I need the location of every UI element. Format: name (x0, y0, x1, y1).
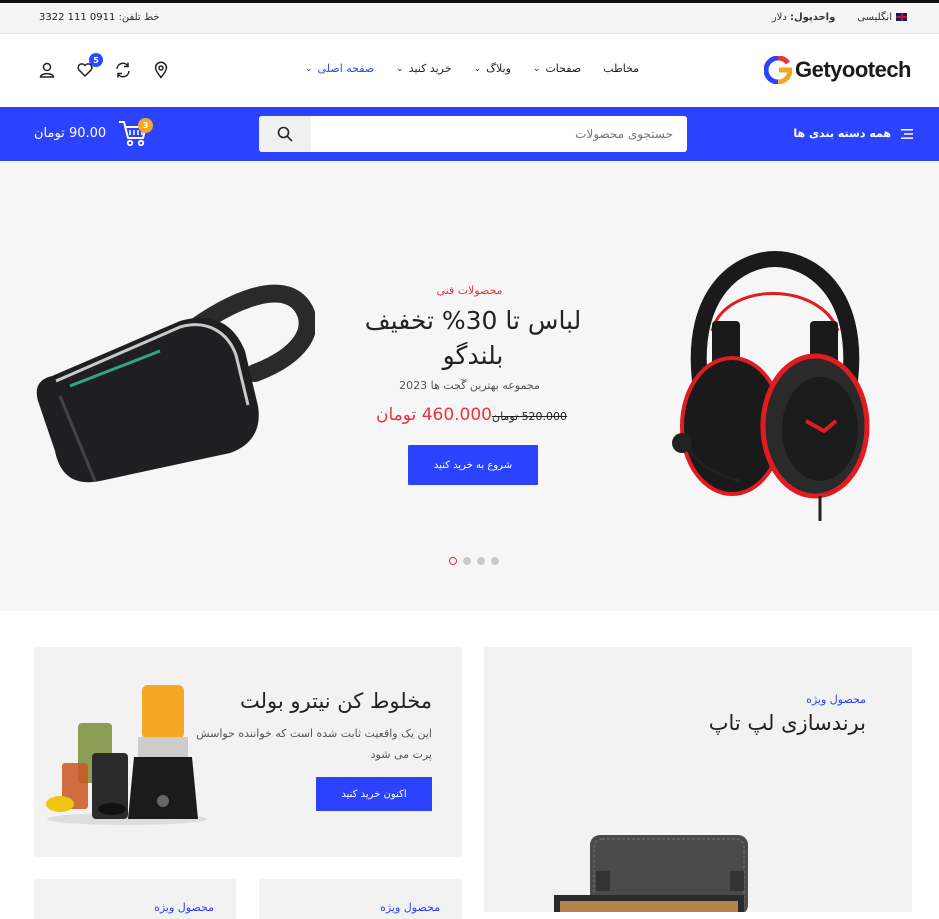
old-price: 520.000 تومان (492, 410, 568, 423)
compare-icon[interactable] (114, 61, 132, 79)
buy-now-button[interactable]: اکنون خرید کنید (316, 777, 432, 811)
slider-dot-1[interactable] (449, 557, 457, 565)
all-categories-label: همه دسته بندی ها (793, 127, 891, 140)
currency-switcher[interactable]: واحدپول: دلار (772, 12, 836, 23)
main-nav: صفحه اصلی ⌄ خرید کنید ⌄ وبلاگ ⌄ صفحات ⌄ مخاط… (305, 62, 639, 75)
uk-flag-icon (896, 13, 907, 21)
cart-amount: 90.00 تومان (34, 125, 107, 141)
featured-product-label: محصول ویژه (154, 901, 214, 914)
menu-lines-icon (901, 128, 913, 139)
user-icon[interactable] (38, 61, 56, 79)
language-switcher[interactable]: انگلیسی (857, 12, 907, 23)
blender-image (46, 685, 207, 825)
cart-button[interactable]: 90.00 تومان 3 (34, 118, 153, 147)
phone-label: خط تلفن: (118, 12, 160, 23)
nav-contact-label: مخاطب (603, 62, 640, 75)
logo-text: Getyootech (794, 57, 912, 82)
slider-dot-4[interactable] (491, 557, 499, 565)
header-icons: 5 (38, 53, 170, 79)
chevron-down-icon: ⌄ (396, 63, 404, 74)
site-logo[interactable]: Getyootech (763, 56, 912, 84)
new-price: 460.000 تومان (376, 405, 492, 425)
search-button[interactable] (259, 116, 311, 152)
wishlist-button[interactable]: 5 (76, 53, 103, 79)
slider-dots (449, 557, 499, 565)
search-box (259, 116, 687, 152)
chevron-down-icon: ⌄ (473, 63, 482, 74)
currency-value: دلار (771, 12, 787, 23)
laptop-title: برندسازی لپ تاپ (708, 711, 866, 735)
location-icon[interactable] (152, 61, 170, 79)
nav-shop-label: خرید کنید (408, 62, 452, 75)
hero-price: 520.000 تومان 460.000 تومان (376, 405, 567, 425)
hero-subtitle: محصولات فنی (436, 284, 503, 297)
search-bar-strip: همه دسته بندی ها 90.00 تومان 3 (0, 107, 939, 161)
laptop-promo-card: محصول ویژه برندسازی لپ تاپ (484, 647, 912, 912)
phone-number[interactable]: 0911 111 3322 (39, 12, 115, 23)
wishlist-count-badge: 5 (89, 53, 103, 67)
nav-home[interactable]: صفحه اصلی ⌄ (305, 62, 374, 75)
phone-info: خط تلفن: 0911 111 3322 (39, 12, 160, 23)
nav-blog-label: وبلاگ (486, 62, 511, 75)
hero-slider: محصولات فنی لباس تا 30% تخفیف بلندگو مجم… (0, 161, 939, 611)
chevron-down-icon: ⌄ (305, 63, 313, 74)
search-input[interactable] (311, 116, 687, 152)
hero-title: لباس تا 30% تخفیف بلندگو (364, 306, 582, 370)
nav-pages-label: صفحات (545, 62, 582, 75)
nav-contact[interactable]: مخاطب (603, 62, 639, 75)
nav-blog[interactable]: وبلاگ ⌄ (474, 62, 511, 75)
cart-count-badge: 3 (138, 118, 153, 133)
nav-shop[interactable]: خرید کنید ⌄ (396, 62, 451, 75)
laptop-sleeve-image (554, 835, 748, 912)
blender-description: این یک واقعیت ثابت شده است که خواننده حو… (196, 727, 432, 761)
nav-pages[interactable]: صفحات ⌄ (533, 62, 581, 75)
start-shopping-button[interactable]: شروع به خرید کنید (408, 445, 538, 485)
nav-home-label: صفحه اصلی (317, 62, 375, 75)
language-label: انگلیسی (857, 12, 892, 23)
top-bar: خط تلفن: 0911 111 3322 انگلیسی واحدپول: … (0, 3, 939, 34)
small-promo-card-1: محصول ویژه (34, 879, 236, 919)
blender-title: مخلوط کن نیترو بولت (240, 689, 432, 713)
slider-dot-3[interactable] (477, 557, 485, 565)
main-header: Getyootech صفحه اصلی ⌄ خرید کنید ⌄ وبلاگ ⌄ … (0, 34, 939, 107)
blender-promo-card: مخلوط کن نیترو بولت این یک واقعیت ثابت ش… (34, 647, 462, 857)
logo-g-icon (763, 56, 792, 84)
locale-switchers: انگلیسی واحدپول: دلار (772, 12, 907, 23)
search-icon (277, 126, 293, 142)
hero-description: مجموعه بهترین گَجت ها 2023 (399, 379, 540, 392)
currency-label: واحدپول: (790, 12, 836, 23)
slider-dot-2[interactable] (463, 557, 471, 565)
featured-product-label: محصول ویژه (380, 901, 440, 914)
all-categories-button[interactable]: همه دسته بندی ها (793, 127, 913, 140)
chevron-down-icon: ⌄ (532, 63, 541, 74)
small-promo-card-2: محصول ویژه (259, 879, 462, 919)
featured-product-label: محصول ویژه (806, 693, 866, 706)
